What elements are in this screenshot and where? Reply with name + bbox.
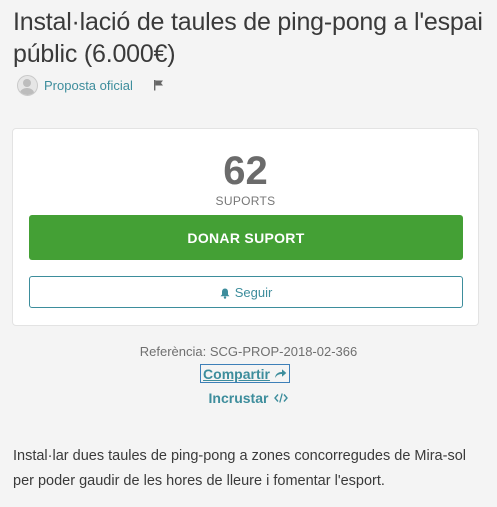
follow-label: Seguir — [234, 284, 273, 300]
proposal-description: Instal·lar dues taules de ping-pong a zo… — [13, 448, 466, 489]
support-card: 62 SUPORTS DONAR SUPORT Seguir — [12, 128, 479, 326]
code-icon — [274, 390, 289, 406]
reference-code: Referència: SCG-PROP-2018-02-366 — [139, 344, 358, 359]
supports-count: 62 — [223, 149, 268, 193]
proposal-title: Instal·lació de taules de ping-pong a l'… — [13, 8, 483, 68]
flag-icon[interactable] — [153, 79, 165, 91]
author-row: Proposta oficial — [17, 74, 165, 96]
user-avatar-icon — [17, 74, 38, 96]
share-button[interactable]: Compartir — [200, 364, 290, 383]
supports-label: SUPORTS — [215, 194, 276, 208]
support-button[interactable]: DONAR SUPORT — [29, 215, 463, 260]
bell-icon — [220, 287, 230, 299]
share-label: Compartir — [203, 365, 270, 382]
embed-label: Incrustar — [208, 390, 269, 406]
embed-link[interactable]: Incrustar — [0, 390, 497, 406]
author-label[interactable]: Proposta oficial — [44, 78, 133, 93]
share-arrow-icon — [274, 366, 287, 382]
follow-button[interactable]: Seguir — [29, 276, 463, 308]
